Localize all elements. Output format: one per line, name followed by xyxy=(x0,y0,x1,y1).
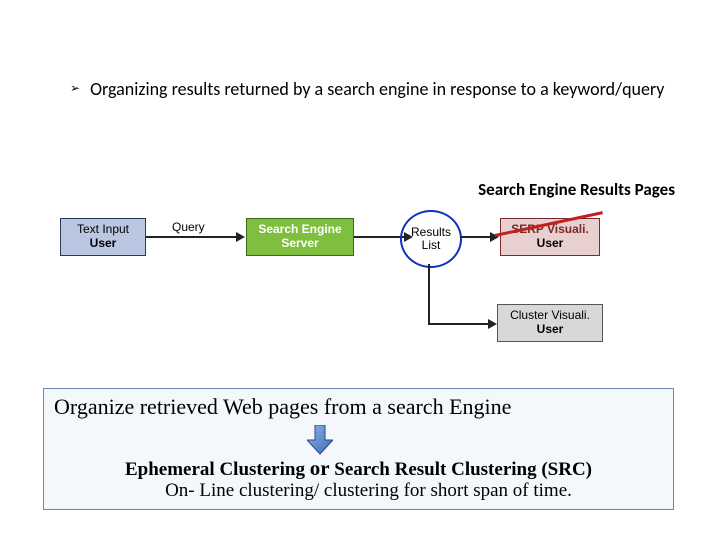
summary-panel: Organize retrieved Web pages from a sear… xyxy=(43,388,674,510)
summary-line-organize: Organize retrieved Web pages from a sear… xyxy=(54,394,511,420)
node-label: Server xyxy=(247,237,353,251)
arrow-line-icon xyxy=(460,236,490,238)
bullet-marker-icon: ➢ xyxy=(70,81,80,95)
down-arrow-icon xyxy=(307,425,333,455)
bullet-item: ➢ Organizing results returned by a searc… xyxy=(70,78,670,101)
connector-line-icon xyxy=(428,264,430,323)
arrow-line-icon xyxy=(354,236,404,238)
summary-line-ephemeral: Ephemeral Clustering or Search Result Cl… xyxy=(44,456,673,481)
arrow-line-icon xyxy=(146,236,236,238)
ephemeral-text-a: Ephemeral Clustering xyxy=(125,459,305,480)
serp-heading: Search Engine Results Pages xyxy=(478,179,675,200)
or-text: or xyxy=(310,456,330,480)
node-cluster-user: Cluster Visuali. User xyxy=(497,304,603,342)
summary-line-online: On- Line clustering/ clustering for shor… xyxy=(44,480,673,502)
node-label: User xyxy=(61,237,145,251)
node-label: Text Input xyxy=(61,223,145,237)
bullet-text: Organizing results returned by a search … xyxy=(90,78,664,101)
node-text-input-user: Text Input User xyxy=(60,218,146,256)
node-label: Search Engine xyxy=(247,223,353,237)
ephemeral-text-b: Search Result Clustering (SRC) xyxy=(334,459,592,480)
node-results-list: Results List xyxy=(400,210,462,268)
node-label: User xyxy=(501,237,599,251)
flow-diagram: Text Input User Query Search Engine Serv… xyxy=(60,206,660,346)
node-label: User xyxy=(498,323,602,337)
connector-line-icon xyxy=(428,323,488,325)
arrow-head-icon xyxy=(236,232,245,242)
node-search-engine-server: Search Engine Server xyxy=(246,218,354,256)
arrow-label-query: Query xyxy=(172,220,205,234)
node-label: List xyxy=(402,239,460,252)
node-label: Cluster Visuali. xyxy=(498,309,602,323)
arrow-head-icon xyxy=(488,319,497,329)
